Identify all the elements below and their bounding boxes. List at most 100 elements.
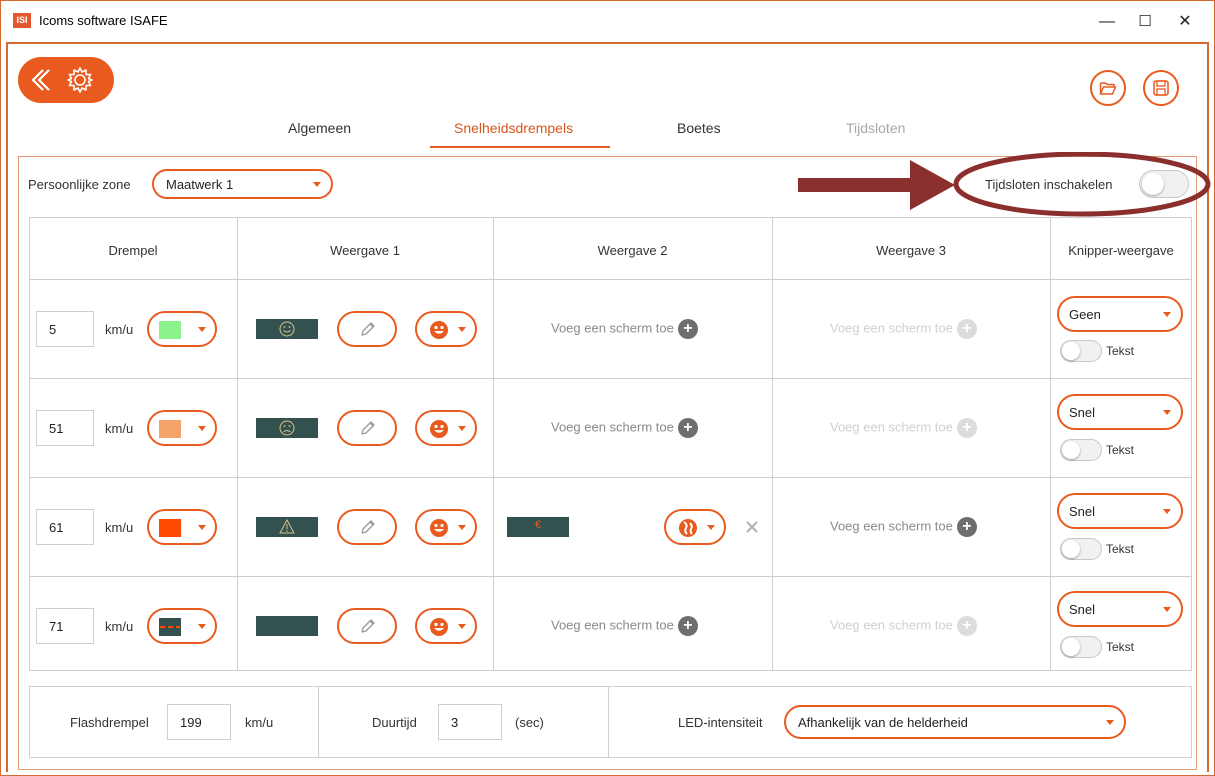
smiley-sad-icon (279, 420, 295, 436)
header-weergave-2: Weergave 2 (597, 243, 668, 258)
screen-preview (256, 616, 318, 636)
color-swatch (159, 321, 181, 339)
color-select[interactable] (147, 311, 217, 347)
color-swatch (159, 618, 181, 636)
pencil-icon (361, 520, 375, 534)
tekst-label: Tekst (1106, 443, 1135, 457)
screen-preview (256, 418, 318, 438)
pencil-icon (361, 322, 375, 336)
duration-label: Duurtijd (372, 715, 417, 730)
threshold-input[interactable]: 71 (36, 608, 94, 644)
blink-select[interactable]: Snel (1057, 394, 1183, 430)
header-weergave-1: Weergave 1 (330, 243, 400, 258)
screen-preview-euro: € (507, 517, 569, 537)
edit-screen-button[interactable] (337, 311, 397, 347)
add-screen-button[interactable]: Voeg een scherm toe + (551, 616, 698, 636)
plus-icon: + (677, 319, 698, 339)
plus-icon: + (956, 319, 977, 339)
flash-threshold-label: Flashdrempel (70, 715, 149, 730)
save-disk-icon (1153, 80, 1169, 96)
plus-icon: + (677, 418, 698, 438)
emoji-select[interactable] (415, 509, 477, 545)
duration-input[interactable]: 3 (438, 704, 502, 740)
color-select[interactable] (147, 509, 217, 545)
plus-icon: + (956, 418, 977, 438)
emoji-select[interactable] (415, 311, 477, 347)
zone-label: Persoonlijke zone (28, 177, 131, 192)
unit-label: km/u (105, 520, 134, 535)
maximize-button[interactable]: ☐ (1127, 7, 1163, 37)
threshold-input[interactable]: 61 (36, 509, 94, 545)
header-weergave-3: Weergave 3 (876, 243, 946, 258)
emoji-select[interactable] (415, 608, 477, 644)
back-chevron-icon[interactable] (28, 67, 54, 93)
globe-icon (679, 519, 697, 537)
add-screen-button-disabled: Voeg een scherm toe + (830, 616, 977, 636)
threshold-input[interactable]: 5 (36, 311, 94, 347)
led-intensity-label: LED-intensiteit (678, 715, 763, 730)
active-tab-indicator (430, 146, 610, 148)
color-select[interactable] (147, 410, 217, 446)
open-button[interactable] (1090, 70, 1126, 106)
threshold-input[interactable]: 51 (36, 410, 94, 446)
save-button[interactable] (1143, 70, 1179, 106)
unit-label: km/u (105, 619, 134, 634)
header-knipper-weergave: Knipper-weergave (1068, 243, 1174, 258)
pencil-icon (361, 421, 375, 435)
title-bar: ISI Icoms software ISAFE — ☐ ✕ (1, 1, 1214, 41)
tekst-toggle[interactable] (1060, 636, 1102, 658)
edit-screen-button[interactable] (337, 509, 397, 545)
color-select[interactable] (147, 608, 217, 644)
tekst-label: Tekst (1106, 640, 1135, 654)
plus-icon: + (956, 616, 977, 636)
tab-algemeen[interactable]: Algemeen (288, 120, 351, 136)
smiley-icon (430, 420, 448, 438)
zone-select-value: Maatwerk 1 (166, 177, 234, 192)
color-swatch (159, 420, 181, 438)
remove-screen-icon[interactable] (745, 520, 759, 534)
chevron-down-icon (1106, 720, 1114, 725)
tekst-toggle[interactable] (1060, 439, 1102, 461)
blink-select[interactable]: Snel (1057, 591, 1183, 627)
gear-icon[interactable] (65, 65, 95, 95)
led-intensity-select[interactable]: Afhankelijk van de helderheid (784, 705, 1126, 739)
plus-icon: + (677, 616, 698, 636)
tab-snelheidsdrempels[interactable]: Snelheidsdrempels (454, 120, 573, 136)
header-drempel: Drempel (108, 243, 158, 258)
zone-select[interactable]: Maatwerk 1 (152, 169, 333, 199)
tekst-toggle[interactable] (1060, 538, 1102, 560)
chevron-down-icon (313, 182, 321, 187)
smiley-icon (430, 618, 448, 636)
blink-select[interactable]: Snel (1057, 493, 1183, 529)
warning-icon (279, 518, 295, 534)
nav-pill (18, 57, 114, 103)
annotation-highlight (798, 152, 1211, 217)
screen-preview (256, 517, 318, 537)
unit-label: km/u (105, 322, 134, 337)
pencil-icon (361, 619, 375, 633)
window-title: Icoms software ISAFE (39, 13, 168, 28)
add-screen-button[interactable]: Voeg een scherm toe + (551, 319, 698, 339)
add-screen-button[interactable]: Voeg een scherm toe + (830, 517, 977, 537)
minimize-button[interactable]: — (1089, 7, 1125, 37)
emoji-select[interactable] (415, 410, 477, 446)
tekst-label: Tekst (1106, 344, 1135, 358)
tekst-toggle[interactable] (1060, 340, 1102, 362)
duration-unit-label: (sec) (515, 715, 544, 730)
smiley-happy-icon (279, 321, 295, 337)
tekst-label: Tekst (1106, 542, 1135, 556)
flash-threshold-input[interactable]: 199 (167, 704, 231, 740)
globe-select[interactable] (664, 509, 726, 545)
color-swatch (159, 519, 181, 537)
edit-screen-button[interactable] (337, 608, 397, 644)
edit-screen-button[interactable] (337, 410, 397, 446)
blink-select[interactable]: Geen (1057, 296, 1183, 332)
tab-boetes[interactable]: Boetes (677, 120, 721, 136)
close-button[interactable]: ✕ (1167, 7, 1203, 37)
plus-icon: + (956, 517, 977, 537)
smiley-icon (430, 519, 448, 537)
tab-tijdsloten: Tijdsloten (846, 120, 906, 136)
unit-label: km/u (105, 421, 134, 436)
screen-preview (256, 319, 318, 339)
add-screen-button[interactable]: Voeg een scherm toe + (551, 418, 698, 438)
